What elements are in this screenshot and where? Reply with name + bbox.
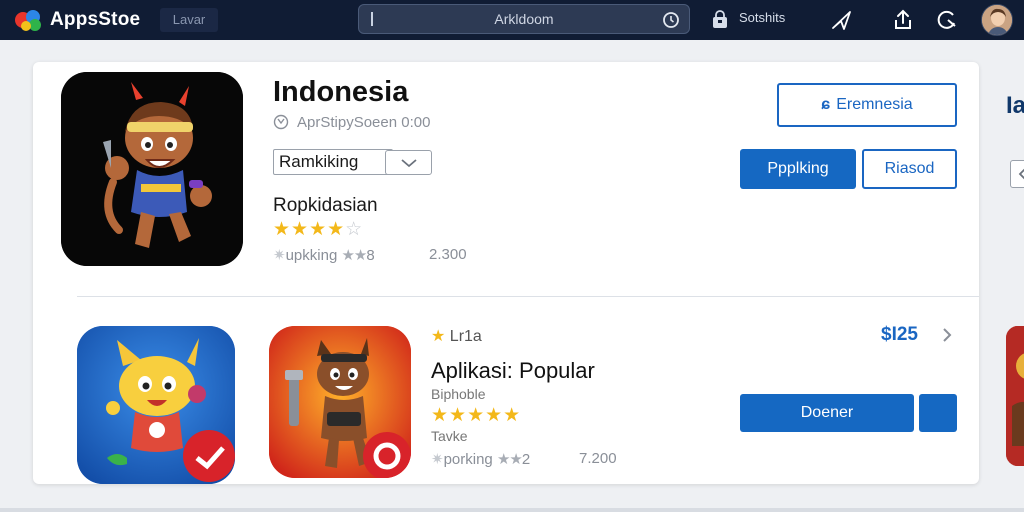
chevron-down-icon [401,159,417,168]
region-button-label: Eremnesia [836,96,913,113]
app-title[interactable]: Indonesia [273,76,408,109]
next-card-title[interactable]: Ia [1006,92,1024,120]
search-input[interactable]: Arkldoom [359,11,689,27]
share-icon[interactable] [891,8,915,32]
app-list-card: Indonesia AprStipySoeen 0:00 Ramkiking R… [33,62,979,484]
next-card-app-icon[interactable] [1006,326,1024,466]
app-meta-text: AprStipySoeen 0:00 [297,114,431,131]
stars-filled: ★★★★ [273,219,346,240]
popular-subtitle: Biphoble [431,386,486,402]
rank-num: 8 [366,247,375,264]
next-card-dropdown[interactable] [1010,160,1024,188]
send-icon[interactable] [830,8,854,32]
rank-stars: ★★ [341,247,367,264]
popular-app-icon-1[interactable] [77,326,235,484]
sort-select[interactable]: Ramkiking [273,149,393,175]
search-bar[interactable]: Arkldoom [358,4,690,34]
section-divider [77,296,979,297]
price-label[interactable]: $I25 [881,324,918,346]
top-tab[interactable]: Lavar [160,8,218,32]
popular-category: ★ Lr1a [431,326,482,346]
gear-icon: ✷ [273,247,286,264]
search-clock-icon[interactable] [661,10,681,30]
download-count: 2.300 [429,246,467,263]
clock-icon [273,114,289,130]
star-icon: ★ [431,328,446,345]
app-name[interactable]: AppsStoe [50,9,140,31]
popular-rank-stars: ★★ [496,451,523,468]
download-button[interactable]: Doener [740,394,914,432]
popular-rank-info: ✷porking ★★2 [431,450,530,468]
featured-app-icon[interactable] [61,72,243,266]
refresh-icon[interactable] [935,8,959,32]
star-rating: ★★★★☆ [273,218,363,241]
popular-star-rating: ★★★★★ [431,405,522,426]
popular-tag: Tavke [431,428,468,444]
chevron-left-icon [1018,168,1024,180]
rank-info: ✷upkking ★★8 [273,246,375,264]
popular-rank-label: porking [443,451,493,468]
bag-icon[interactable] [708,8,732,32]
popular-title[interactable]: Aplikasi: Popular [431,358,595,384]
region-button[interactable]: ɕ Eremnesia [777,83,957,127]
gear-icon: ✷ [431,451,444,468]
sort-dropdown-button[interactable] [385,150,432,175]
store-label[interactable]: Sotshits [739,10,785,25]
popular-rank-num: 2 [521,451,531,468]
rank-label: upkking [285,247,338,264]
avatar[interactable] [981,4,1013,36]
store-logo-icon[interactable] [14,8,46,32]
popular-app-icon-2[interactable] [269,326,411,478]
more-options-button[interactable] [919,394,957,432]
secondary-action-button[interactable]: Riasod [862,149,957,189]
app-category: Ropkidasian [273,195,378,216]
app-meta: AprStipySoeen 0:00 [273,114,430,131]
primary-action-button[interactable]: Ppplking [740,149,856,189]
stars-empty: ☆ [345,219,364,240]
popular-download-count: 7.200 [579,450,617,467]
popular-category-text: Lr1a [449,328,482,345]
top-bar: AppsStoe Lavar Arkldoom Sotshits [0,0,1024,40]
pen-icon: ɕ [821,96,831,113]
bottom-edge [0,508,1024,512]
chevron-right-icon[interactable] [941,326,953,344]
